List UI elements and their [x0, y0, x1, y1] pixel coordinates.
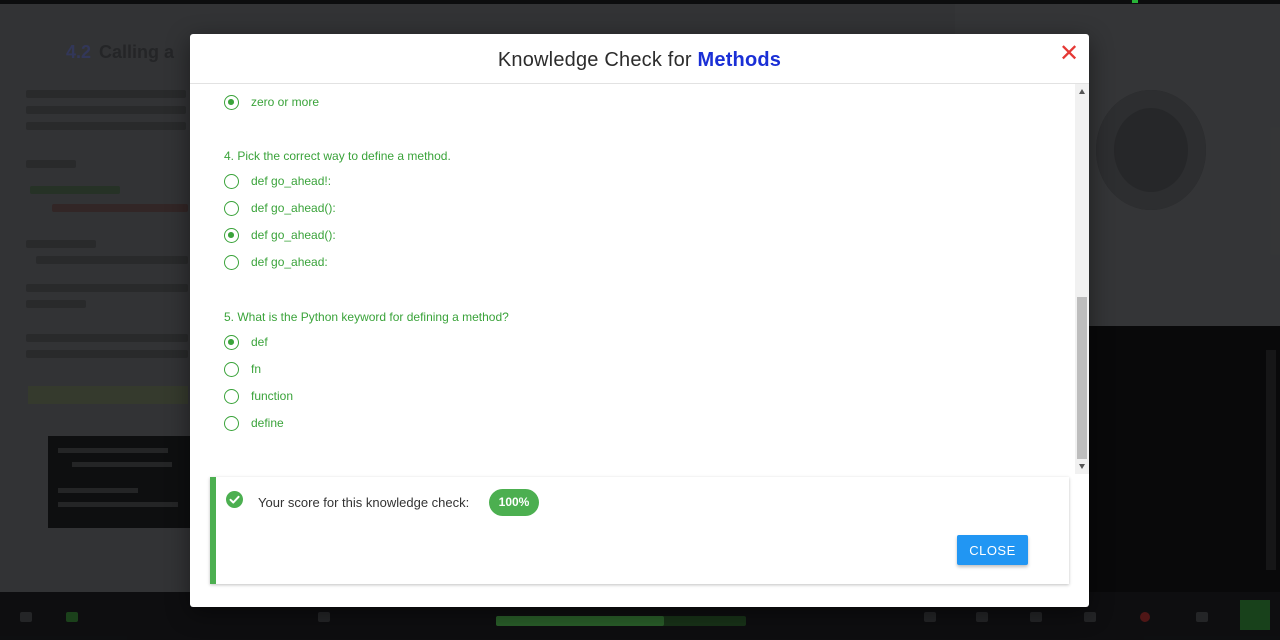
question-4-text: 4. Pick the correct way to define a meth…: [224, 149, 451, 163]
quiz-scroll-area[interactable]: zero or more 4. Pick the correct way to …: [190, 84, 1089, 474]
answer-option-label: def: [251, 335, 268, 349]
answer-option-label: define: [251, 416, 284, 430]
answer-option-label: def go_ahead:: [251, 255, 328, 269]
score-text: Your score for this knowledge check:: [258, 495, 470, 510]
radio-icon[interactable]: [224, 362, 239, 377]
radio-icon[interactable]: [224, 416, 239, 431]
modal-header: Knowledge Check for Methods ✕: [190, 34, 1089, 84]
close-button[interactable]: CLOSE: [957, 535, 1028, 565]
radio-icon[interactable]: [224, 201, 239, 216]
radio-selected-icon[interactable]: [224, 95, 239, 110]
answer-option-label: zero or more: [251, 95, 320, 109]
question-5-text: 5. What is the Python keyword for defini…: [224, 310, 509, 324]
radio-icon[interactable]: [224, 389, 239, 404]
scroll-up-arrow-icon[interactable]: [1079, 89, 1085, 94]
score-panel: Your score for this knowledge check: 100…: [210, 477, 1069, 584]
quiz-scrollbar[interactable]: [1075, 84, 1089, 474]
answer-option-label: fn: [251, 362, 262, 376]
scrollbar-thumb[interactable]: [1077, 297, 1087, 459]
score-badge: 100%: [489, 489, 539, 516]
radio-icon[interactable]: [224, 255, 239, 270]
close-x-icon[interactable]: ✕: [1058, 42, 1080, 66]
modal-title-prefix: Knowledge Check for: [497, 49, 698, 71]
answer-option-label: def go_ahead():: [251, 228, 336, 242]
answer-option-label: def go_ahead():: [251, 201, 336, 215]
radio-selected-icon[interactable]: [224, 228, 239, 243]
radio-selected-icon[interactable]: [224, 335, 239, 350]
modal-title: Knowledge Check for Methods: [498, 49, 781, 72]
check-circle-icon: [226, 491, 243, 508]
knowledge-check-modal: Knowledge Check for Methods ✕ zero or mo…: [190, 34, 1089, 607]
modal-title-topic: Methods: [697, 49, 782, 71]
answer-option-label: def go_ahead!:: [251, 174, 332, 188]
answer-option-label: function: [251, 389, 294, 403]
radio-icon[interactable]: [224, 174, 239, 189]
scroll-down-arrow-icon[interactable]: [1079, 464, 1085, 469]
